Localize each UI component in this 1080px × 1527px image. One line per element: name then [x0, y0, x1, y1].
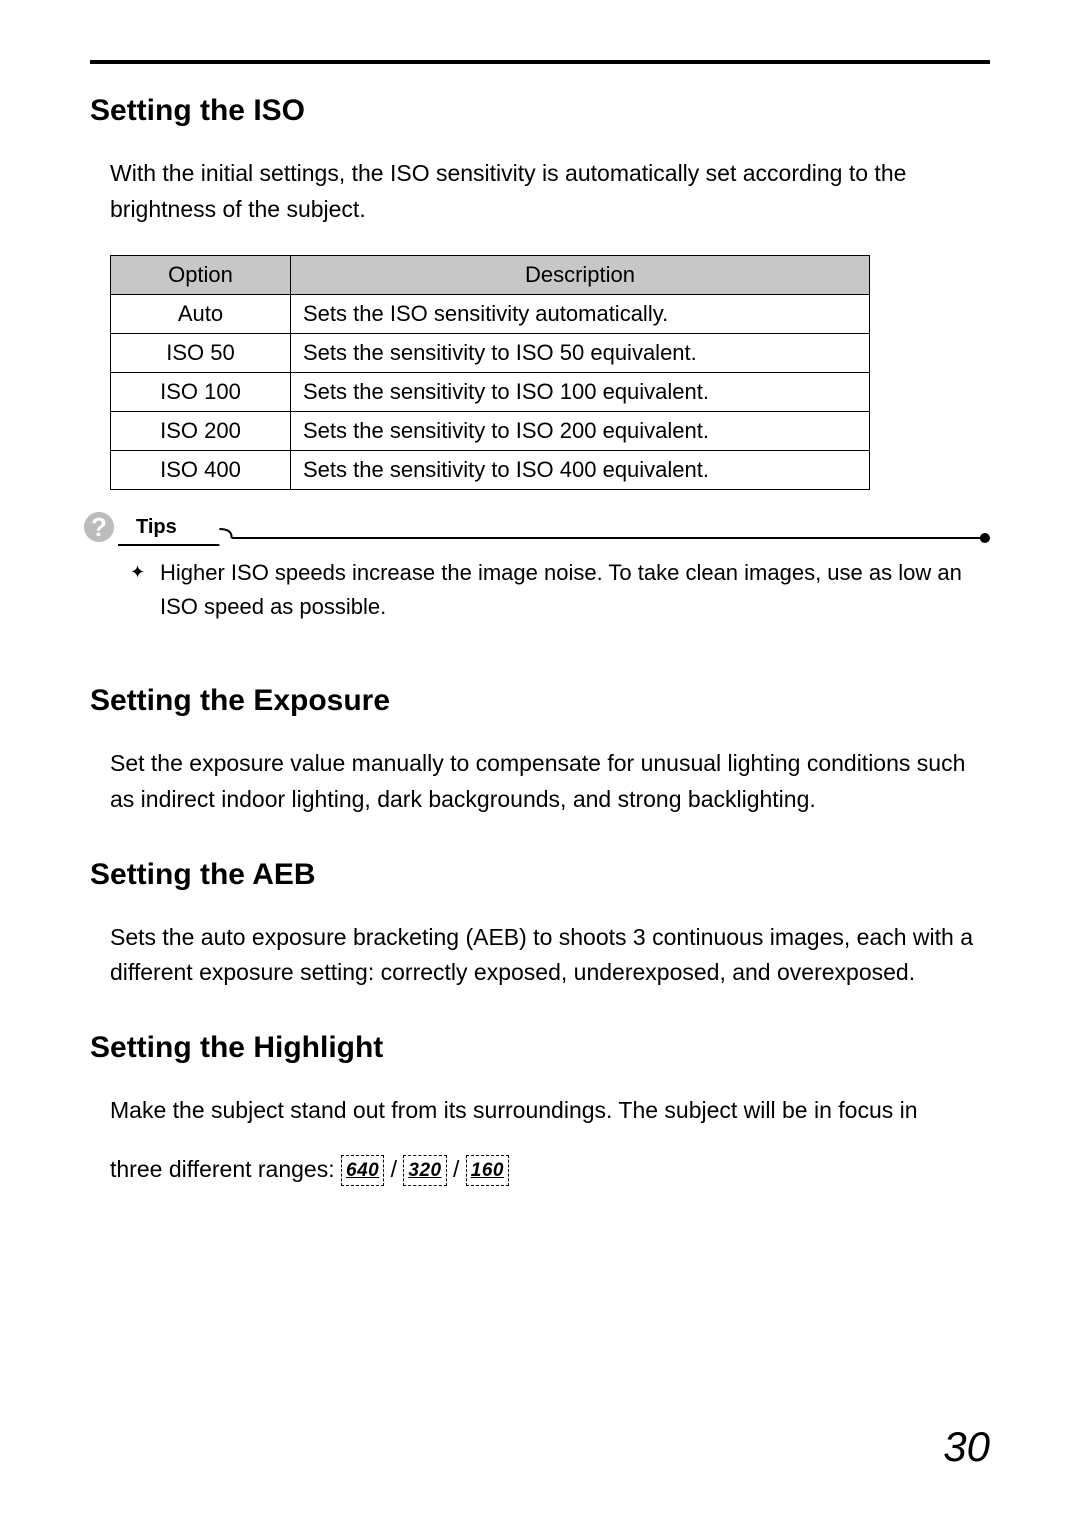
bullet-icon: ✦	[130, 556, 160, 624]
iso-intro-text: With the initial settings, the ISO sensi…	[110, 156, 990, 227]
exposure-body-text: Set the exposure value manually to compe…	[110, 746, 990, 817]
table-cell-description: Sets the sensitivity to ISO 200 equivale…	[291, 412, 870, 451]
table-row: Auto Sets the ISO sensitivity automatica…	[111, 295, 870, 334]
highlight-line2: three different ranges: 640 / 320 / 160	[110, 1152, 990, 1188]
heading-iso: Setting the ISO	[90, 94, 990, 128]
range-chip-160: 160	[466, 1155, 509, 1186]
table-row: ISO 50 Sets the sensitivity to ISO 50 eq…	[111, 334, 870, 373]
range-sep: /	[453, 1156, 466, 1182]
range-sep: /	[391, 1156, 404, 1182]
tips-header: ? Tips	[90, 516, 990, 544]
table-cell-description: Sets the sensitivity to ISO 100 equivale…	[291, 373, 870, 412]
table-row: ISO 100 Sets the sensitivity to ISO 100 …	[111, 373, 870, 412]
table-row: ISO 400 Sets the sensitivity to ISO 400 …	[111, 451, 870, 490]
table-cell-option: Auto	[111, 295, 291, 334]
range-chip-640: 640	[341, 1155, 384, 1186]
tips-bullet-text: Higher ISO speeds increase the image noi…	[160, 556, 990, 624]
table-header-description: Description	[291, 256, 870, 295]
table-cell-option: ISO 50	[111, 334, 291, 373]
table-cell-description: Sets the ISO sensitivity automatically.	[291, 295, 870, 334]
lightbulb-icon: ?	[84, 512, 114, 542]
tips-divider-line	[118, 527, 990, 529]
page-number: 30	[943, 1423, 990, 1471]
highlight-line2-prefix: three different ranges:	[110, 1156, 341, 1182]
top-horizontal-rule	[90, 60, 990, 64]
highlight-line1: Make the subject stand out from its surr…	[110, 1093, 990, 1129]
range-chip-320: 320	[403, 1155, 446, 1186]
table-cell-option: ISO 100	[111, 373, 291, 412]
table-cell-description: Sets the sensitivity to ISO 50 equivalen…	[291, 334, 870, 373]
table-cell-description: Sets the sensitivity to ISO 400 equivale…	[291, 451, 870, 490]
heading-aeb: Setting the AEB	[90, 858, 990, 892]
heading-highlight: Setting the Highlight	[90, 1031, 990, 1065]
aeb-body-text: Sets the auto exposure bracketing (AEB) …	[110, 920, 990, 991]
table-cell-option: ISO 200	[111, 412, 291, 451]
table-header-option: Option	[111, 256, 291, 295]
table-cell-option: ISO 400	[111, 451, 291, 490]
tips-bullet: ✦ Higher ISO speeds increase the image n…	[130, 556, 990, 624]
iso-options-table: Option Description Auto Sets the ISO sen…	[110, 255, 870, 490]
tips-label: Tips	[130, 516, 183, 539]
table-row: ISO 200 Sets the sensitivity to ISO 200 …	[111, 412, 870, 451]
heading-exposure: Setting the Exposure	[90, 684, 990, 718]
